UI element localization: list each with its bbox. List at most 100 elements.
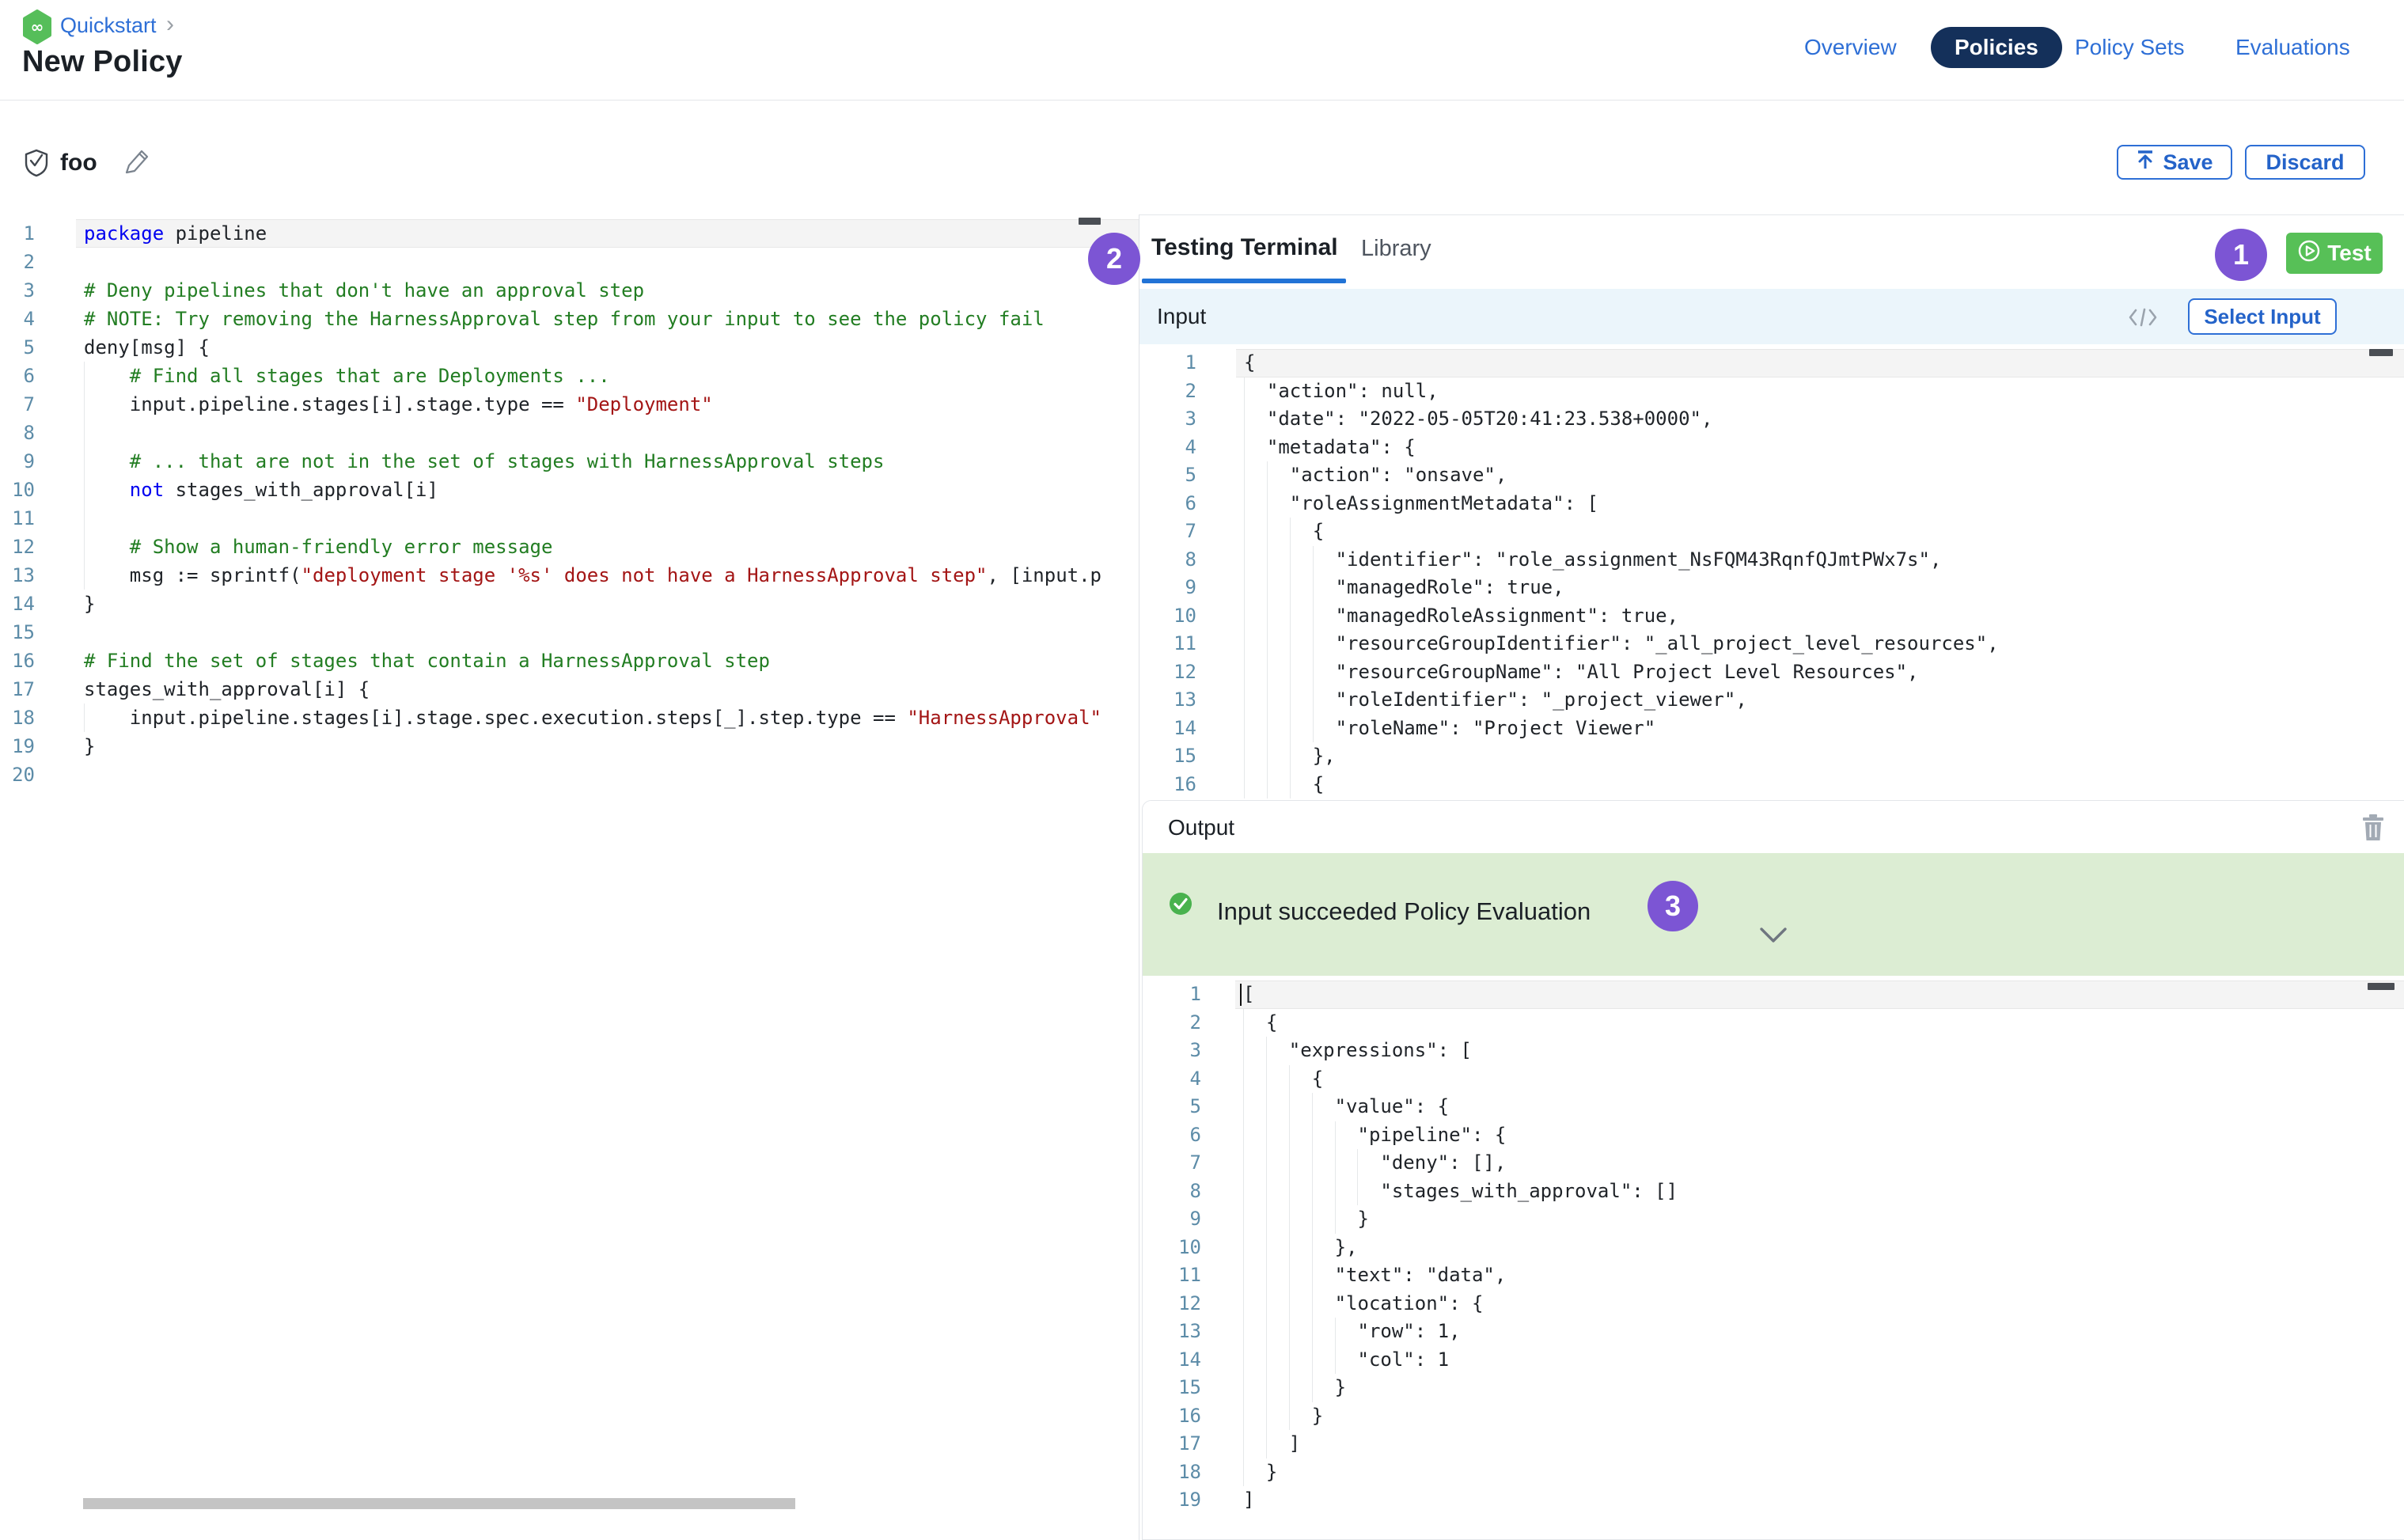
play-icon <box>2297 239 2321 268</box>
line-number: 12 <box>1143 1290 1201 1318</box>
line-number: 7 <box>0 390 35 419</box>
line-number: 15 <box>0 618 35 647</box>
policy-code-editor[interactable]: 1package pipeline23# Deny pipelines that… <box>0 214 1139 1540</box>
code-line: 17 ] <box>1143 1430 2404 1458</box>
code-line: 6 "pipeline": { <box>1143 1121 2404 1150</box>
output-editor-minimap[interactable] <box>2368 983 2395 990</box>
line-number: 16 <box>1139 771 1196 799</box>
success-check-icon <box>1168 891 1193 920</box>
code-line: 1[ <box>1143 981 2404 1009</box>
code-line: 1package pipeline <box>0 219 1139 248</box>
policy-editor-page: ∞ Quickstart › New Policy Overview Polic… <box>0 0 2404 1540</box>
input-section-header: Input Select Input <box>1139 289 2404 344</box>
breadcrumb-quickstart-link[interactable]: Quickstart <box>60 13 157 38</box>
line-number: 12 <box>1139 658 1196 687</box>
text-cursor <box>1240 984 1242 1006</box>
line-number: 15 <box>1143 1374 1201 1402</box>
discard-button[interactable]: Discard <box>2245 145 2365 180</box>
line-number: 17 <box>0 675 35 704</box>
line-number: 9 <box>0 447 35 476</box>
policy-editor-minimap[interactable] <box>1079 218 1101 225</box>
line-number: 3 <box>0 276 35 305</box>
line-number: 11 <box>0 504 35 533</box>
code-line: 8 <box>0 419 1139 447</box>
code-line: 6 # Find all stages that are Deployments… <box>0 362 1139 390</box>
nav-tab-evaluations[interactable]: Evaluations <box>2235 35 2350 60</box>
input-label: Input <box>1157 304 1206 329</box>
breadcrumb-separator: › <box>166 11 174 38</box>
code-line: 14 "roleName": "Project Viewer" <box>1139 715 2404 743</box>
code-line: 12 "resourceGroupName": "All Project Lev… <box>1139 658 2404 687</box>
line-number: 11 <box>1143 1261 1201 1290</box>
line-number: 19 <box>0 732 35 761</box>
code-line: 7 "deny": [], <box>1143 1149 2404 1178</box>
nav-tab-policies-active[interactable]: Policies <box>1931 27 2062 68</box>
nav-tab-policy-sets[interactable]: Policy Sets <box>2075 35 2185 60</box>
code-line: 9 } <box>1143 1205 2404 1234</box>
line-number: 8 <box>0 419 35 447</box>
code-line: 13 "row": 1, <box>1143 1318 2404 1346</box>
test-button-label: Test <box>2327 241 2372 266</box>
test-button[interactable]: Test <box>2286 233 2383 274</box>
code-line: 9 # ... that are not in the set of stage… <box>0 447 1139 476</box>
line-number: 19 <box>1143 1486 1201 1515</box>
line-number: 9 <box>1139 574 1196 602</box>
code-line: 11 "resourceGroupIdentifier": "_all_proj… <box>1139 630 2404 658</box>
tab-testing-terminal-underline <box>1142 279 1346 283</box>
line-number: 7 <box>1143 1149 1201 1178</box>
line-number: 9 <box>1143 1205 1201 1234</box>
tab-testing-terminal[interactable]: Testing Terminal <box>1151 234 1338 261</box>
select-input-button[interactable]: Select Input <box>2188 298 2337 335</box>
page-header: ∞ Quickstart › New Policy Overview Polic… <box>0 0 2404 101</box>
line-number: 13 <box>1143 1318 1201 1346</box>
code-line: 15 } <box>1143 1374 2404 1402</box>
edit-name-pencil-icon[interactable] <box>120 146 152 182</box>
policy-shield-icon <box>24 149 49 181</box>
code-line: 5deny[msg] { <box>0 333 1139 362</box>
upload-icon <box>2136 149 2155 176</box>
line-number: 14 <box>0 590 35 618</box>
line-number: 20 <box>0 761 35 789</box>
input-editor-minimap[interactable] <box>2369 349 2393 356</box>
code-line: 19] <box>1143 1486 2404 1515</box>
code-line: 15 }, <box>1139 742 2404 771</box>
code-line: 9 "managedRole": true, <box>1139 574 2404 602</box>
code-line: 7 input.pipeline.stages[i].stage.type ==… <box>0 390 1139 419</box>
discard-button-label: Discard <box>2266 150 2344 175</box>
line-number: 14 <box>1139 715 1196 743</box>
code-brackets-icon[interactable] <box>2129 307 2157 332</box>
line-number: 13 <box>1139 686 1196 715</box>
line-number: 4 <box>0 305 35 333</box>
nav-tab-overview[interactable]: Overview <box>1804 35 1897 60</box>
code-line: 20 <box>0 761 1139 789</box>
line-number: 2 <box>1139 377 1196 406</box>
line-number: 18 <box>0 704 35 732</box>
line-number: 6 <box>0 362 35 390</box>
code-line: 12 # Show a human-friendly error message <box>0 533 1139 561</box>
policy-editor-horizontal-scrollbar[interactable] <box>83 1498 795 1509</box>
line-number: 13 <box>0 561 35 590</box>
line-number: 6 <box>1139 490 1196 518</box>
line-number: 8 <box>1139 546 1196 575</box>
code-line: 13 msg := sprintf("deployment stage '%s'… <box>0 561 1139 590</box>
code-line: 6 "roleAssignmentMetadata": [ <box>1139 490 2404 518</box>
banner-message: Input succeeded Policy Evaluation <box>1217 897 1591 926</box>
tab-library[interactable]: Library <box>1361 236 1431 262</box>
code-line: 15 <box>0 618 1139 647</box>
code-line: 18 input.pipeline.stages[i].stage.spec.e… <box>0 704 1139 732</box>
clear-output-trash-icon[interactable] <box>2361 814 2385 846</box>
line-number: 12 <box>0 533 35 561</box>
save-button[interactable]: Save <box>2117 145 2232 180</box>
annotation-badge-1: 1 <box>2215 229 2267 281</box>
input-json-editor[interactable]: 1{2 "action": null,3 "date": "2022-05-05… <box>1139 344 2404 800</box>
policy-name: foo <box>60 150 97 176</box>
line-number: 4 <box>1143 1065 1201 1094</box>
line-number: 11 <box>1139 630 1196 658</box>
line-number: 5 <box>1139 461 1196 490</box>
collapse-chevron-down-icon[interactable] <box>1758 926 1788 949</box>
output-json-editor[interactable]: 1[2 {3 "expressions": [4 {5 "value": {6 … <box>1143 976 2404 1540</box>
output-section: Output Input succeeded Policy Evaluation <box>1142 800 2404 1540</box>
line-number: 10 <box>1143 1234 1201 1262</box>
line-number: 8 <box>1143 1178 1201 1206</box>
line-number: 17 <box>1143 1430 1201 1458</box>
